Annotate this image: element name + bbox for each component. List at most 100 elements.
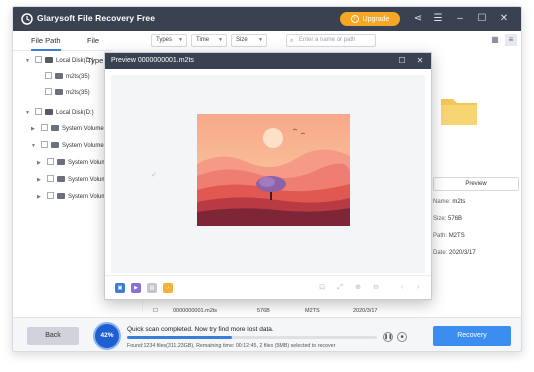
checkbox[interactable] <box>45 88 52 95</box>
document-file-icon[interactable]: ▤ <box>147 283 157 293</box>
tree-node[interactable]: ▼ Local Disk(D:) <box>25 55 94 67</box>
detail-name: Name: m2ts <box>433 199 465 205</box>
detail-name-label: Name: <box>433 199 451 205</box>
time-filter[interactable]: Time ▼ <box>191 34 227 47</box>
disk-icon <box>45 57 53 63</box>
chevron-left-icon[interactable]: ‹ <box>397 282 407 294</box>
folder-icon <box>51 142 59 148</box>
disk-icon <box>45 109 53 115</box>
search-input[interactable]: ⌕ Enter a name or path <box>286 34 376 47</box>
tab-file-type[interactable]: File Type <box>87 31 113 65</box>
folder-icon <box>441 99 477 125</box>
size-filter-label: Size <box>236 37 248 43</box>
app-logo-icon <box>21 13 33 25</box>
checkbox[interactable] <box>41 141 48 148</box>
tree-node[interactable]: m2ts(35) <box>35 71 90 83</box>
tree-node-label: System Volume <box>62 143 104 149</box>
back-button[interactable]: Back <box>27 327 79 345</box>
chevron-right-icon[interactable]: › <box>413 282 423 294</box>
stop-icon[interactable]: ■ <box>397 332 407 342</box>
tree-node[interactable]: ▶ System Volume <box>31 123 104 135</box>
minimize-icon[interactable]: – <box>453 12 467 26</box>
dialog-toolbar: ▣ ▶ ▤ ♪ ⊡ ⤢ ⊕ ⊖ ‹ › <box>105 275 431 301</box>
list-view-icon[interactable]: ≡ <box>505 34 517 46</box>
maximize-icon[interactable]: ☐ <box>397 56 407 66</box>
folder-icon <box>57 176 65 182</box>
checkbox[interactable] <box>41 124 48 131</box>
progress-bar <box>127 336 377 339</box>
audio-file-icon[interactable]: ♪ <box>163 283 173 293</box>
chevron-down-icon[interactable]: ▼ <box>25 107 32 119</box>
checkbox[interactable] <box>35 56 42 63</box>
upgrade-button[interactable]: ↑ Upgrade <box>340 12 400 26</box>
detail-size-value: 576B <box>448 216 463 222</box>
chevron-right-icon[interactable]: ▶ <box>37 157 44 169</box>
preview-canvas: ✓ <box>111 75 425 273</box>
preview-dialog: Preview 0000000001.m2ts ☐ ✕ ✓ ▣ ▶ ▤ ♪ ⊡ … <box>104 52 432 300</box>
chevron-right-icon[interactable]: ▶ <box>37 191 44 203</box>
tab-file-path[interactable]: File Path <box>31 31 61 51</box>
folder-icon <box>51 125 59 131</box>
maximize-icon[interactable]: ☐ <box>475 12 489 26</box>
folder-icon <box>57 193 65 199</box>
chevron-down-icon[interactable]: ▼ <box>31 140 38 152</box>
dialog-title: Preview 0000000001.m2ts <box>111 57 194 64</box>
zoom-out-icon[interactable]: ⊖ <box>371 282 381 294</box>
search-icon: ⌕ <box>290 38 294 44</box>
checkbox[interactable] <box>35 108 42 115</box>
checkbox[interactable]: ☐ <box>153 305 158 317</box>
detail-path-value: M2TS <box>448 233 465 239</box>
tree-node[interactable]: m2ts(35) <box>35 87 90 99</box>
folder-icon <box>57 159 65 165</box>
grid-view-icon[interactable]: ▦ <box>489 34 501 46</box>
zoom-in-icon[interactable]: ⊕ <box>353 282 363 294</box>
share-icon[interactable]: ⋖ <box>411 12 425 26</box>
upgrade-label: Upgrade <box>362 15 390 23</box>
tree-node-label: System Volum <box>68 177 107 183</box>
size-filter[interactable]: Size ▼ <box>231 34 267 47</box>
video-file-icon[interactable]: ▶ <box>131 283 141 293</box>
tree-node[interactable]: ▶ System Volum <box>37 157 106 169</box>
preview-button[interactable]: Preview <box>433 177 519 191</box>
status-bar: Back 42% Quick scan completed. Now try f… <box>13 317 521 351</box>
tree-node-label: System Volum <box>68 194 107 200</box>
checkbox[interactable] <box>47 175 54 182</box>
fullscreen-icon[interactable]: ⤢ <box>335 282 345 294</box>
recovery-button[interactable]: Recovery <box>433 326 511 346</box>
tree-node-label: Local Disk(D:) <box>56 110 94 116</box>
folder-icon <box>55 89 63 95</box>
detail-size: Size: 576B <box>433 216 462 222</box>
app-title: Glarysoft File Recovery Free <box>37 13 156 23</box>
progress-bar-fill <box>127 336 232 339</box>
types-filter[interactable]: Types ▼ <box>151 34 187 47</box>
chevron-down-icon: ▼ <box>258 37 263 43</box>
detail-date: Date: 2020/3/17 <box>433 250 476 256</box>
row-date: 2020/3/17 <box>353 308 378 314</box>
scan-status: Found:1234 files(311.23GB), Remaining ti… <box>127 343 336 349</box>
time-filter-label: Time <box>196 37 210 43</box>
tree-node-label: System Volume <box>62 126 104 132</box>
tree-node[interactable]: ▼ Local Disk(D:) <box>25 107 94 119</box>
chevron-right-icon[interactable]: ▶ <box>31 123 38 135</box>
checkmark-icon: ✓ <box>151 172 157 179</box>
tree-node[interactable]: ▼ System Volume <box>31 140 104 152</box>
checkbox[interactable] <box>45 72 52 79</box>
tree-node-label: m2ts(35) <box>66 90 90 96</box>
chevron-down-icon: ▼ <box>218 37 223 43</box>
table-row[interactable]: ☐ 0000000001.m2ts 576B M2TS 2020/3/17 <box>149 305 417 317</box>
menu-icon[interactable]: ☰ <box>431 12 445 26</box>
fit-screen-icon[interactable]: ⊡ <box>317 282 327 294</box>
chevron-down-icon[interactable]: ▼ <box>25 55 32 67</box>
pause-icon[interactable]: ❚❚ <box>383 332 393 342</box>
tree-node[interactable]: ▶ System Volum <box>37 174 106 186</box>
title-bar: Glarysoft File Recovery Free ↑ Upgrade ⋖… <box>13 7 521 31</box>
row-name: 0000000001.m2ts <box>173 308 218 314</box>
close-icon[interactable]: ✕ <box>415 56 425 66</box>
checkbox[interactable] <box>47 158 54 165</box>
close-icon[interactable]: ✕ <box>497 12 511 26</box>
tree-node[interactable]: ▶ System Volum <box>37 191 106 203</box>
chevron-right-icon[interactable]: ▶ <box>37 174 44 186</box>
image-file-icon[interactable]: ▣ <box>115 283 125 293</box>
checkbox[interactable] <box>47 192 54 199</box>
detail-name-value: m2ts <box>452 199 466 205</box>
